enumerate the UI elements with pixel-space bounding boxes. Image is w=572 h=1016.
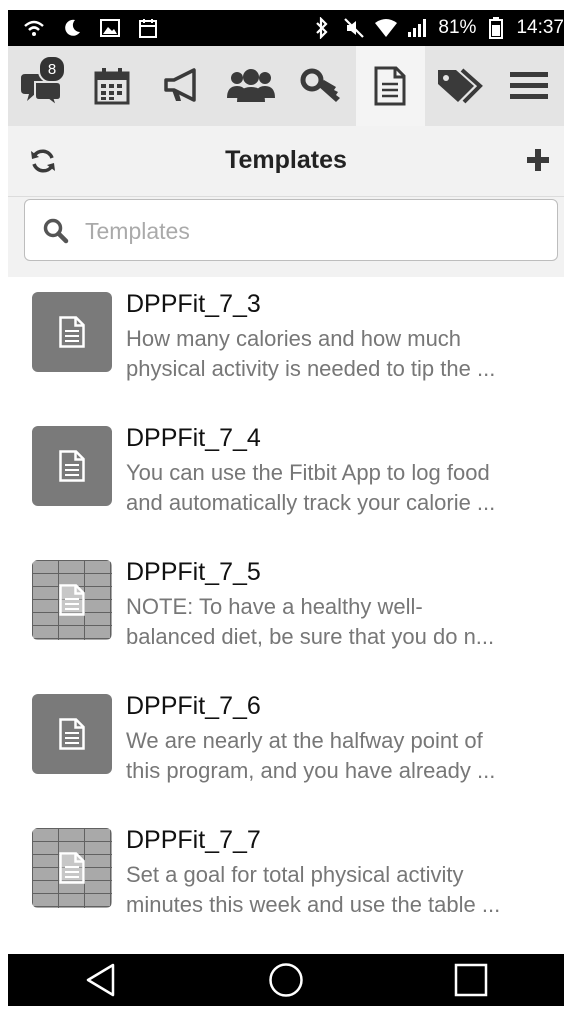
clock-time: 14:37 — [516, 17, 564, 38]
menu-button[interactable] — [495, 46, 565, 126]
calendar-icon — [94, 68, 130, 105]
template-name: DPPFit_7_7 — [126, 826, 261, 854]
document-thumbnail — [32, 292, 112, 372]
tags-button[interactable] — [425, 46, 495, 126]
key-icon — [300, 68, 340, 102]
document-icon — [59, 852, 85, 884]
bluetooth-icon — [310, 16, 334, 40]
document-icon — [374, 66, 406, 106]
template-name: DPPFit_7_6 — [126, 692, 261, 720]
document-icon — [59, 450, 85, 482]
list-item[interactable]: DPPFit_7_3 How many calories and how muc… — [8, 280, 564, 414]
templates-button[interactable] — [355, 46, 425, 126]
page-header: Templates — [8, 126, 564, 197]
template-name: DPPFit_7_5 — [126, 558, 261, 586]
template-list: DPPFit_7_3 How many calories and how muc… — [8, 280, 564, 950]
document-thumbnail — [32, 694, 112, 774]
back-icon — [86, 963, 114, 997]
list-item[interactable]: DPPFit_7_7 Set a goal for total physical… — [8, 816, 564, 950]
search-icon — [43, 218, 69, 249]
page-title: Templates — [225, 146, 347, 174]
wifi-call-icon — [22, 16, 46, 40]
template-description: We are nearly at the halfway point of thi… — [126, 728, 496, 783]
calendar-small-icon — [136, 16, 160, 40]
announcements-button[interactable] — [147, 46, 217, 126]
document-thumbnail — [32, 426, 112, 506]
recents-icon — [455, 963, 488, 997]
wifi-icon — [374, 16, 398, 40]
megaphone-icon — [164, 68, 196, 102]
status-bar: 81% 14:37 — [8, 10, 564, 46]
signal-icon — [406, 16, 430, 40]
menu-icon — [510, 72, 549, 99]
battery-icon — [484, 16, 508, 40]
list-item[interactable]: DPPFit_7_6 We are nearly at the halfway … — [8, 682, 564, 816]
chat-button[interactable]: 8 — [8, 46, 78, 126]
template-description: Set a goal for total physical activity mi… — [126, 862, 501, 917]
table-thumbnail — [32, 560, 112, 640]
add-template-button[interactable] — [526, 148, 550, 177]
chat-badge: 8 — [38, 55, 66, 83]
search-box — [24, 199, 558, 261]
home-button[interactable] — [256, 958, 316, 1002]
template-description: You can use the Fitbit App to log food an… — [126, 460, 496, 515]
system-nav-bar — [8, 954, 564, 1006]
battery-percent: 81% — [438, 17, 477, 38]
groups-button[interactable] — [217, 46, 287, 126]
home-icon — [269, 963, 303, 997]
table-thumbnail — [32, 828, 112, 908]
keys-button[interactable] — [286, 46, 356, 126]
moon-icon — [60, 16, 84, 40]
template-name: DPPFit_7_4 — [126, 424, 261, 452]
template-name: DPPFit_7_3 — [126, 290, 261, 318]
mute-icon — [342, 16, 366, 40]
plus-icon — [527, 149, 549, 171]
calendar-button[interactable] — [78, 46, 148, 126]
list-item[interactable]: DPPFit_7_4 You can use the Fitbit App to… — [8, 414, 564, 548]
search-input[interactable] — [83, 212, 537, 250]
list-item[interactable]: DPPFit_7_5 NOTE: To have a healthy well-… — [8, 548, 564, 682]
document-icon — [59, 584, 85, 616]
template-description: How many calories and how much physical a… — [126, 326, 496, 381]
document-icon — [59, 718, 85, 750]
template-description: NOTE: To have a healthy well-balanced di… — [126, 594, 495, 649]
recents-button[interactable] — [441, 958, 501, 1002]
search-area — [8, 197, 564, 277]
app-toolbar: 8 — [8, 46, 564, 126]
tag-icon — [437, 68, 483, 104]
back-button[interactable] — [71, 958, 131, 1002]
image-icon — [98, 16, 122, 40]
document-icon — [59, 316, 85, 348]
group-icon — [227, 69, 276, 102]
app-frame: 81% 14:37 8 Templates Templates DPPFit_7… — [8, 10, 564, 1006]
